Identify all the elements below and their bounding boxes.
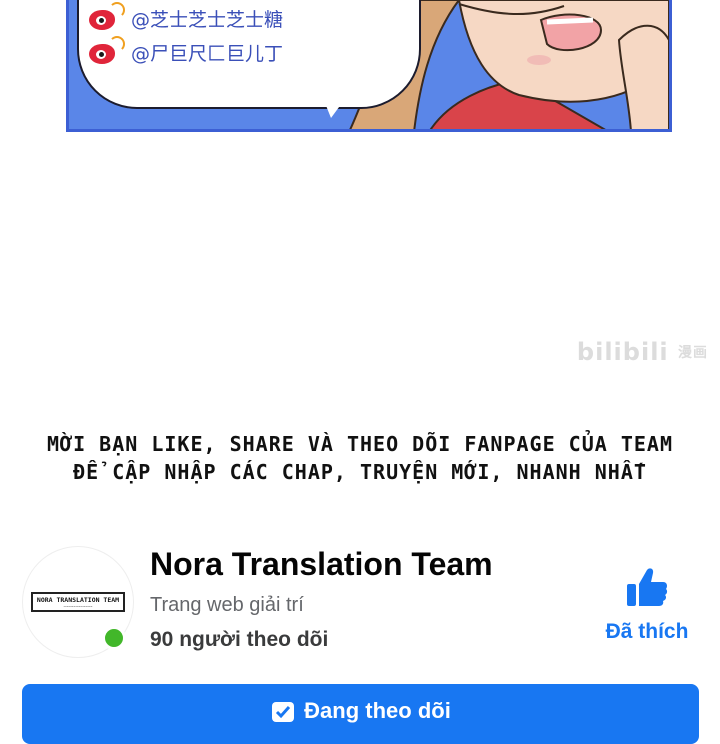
social-handle: @芝士芝士芝士糖	[131, 8, 284, 31]
team-logo-text: NORA TRANSLATION TEAM	[36, 596, 120, 604]
comic-image: @芝士芝士芝士糖 @尸巨尺匚巨儿丁 bilibili 漫画	[0, 0, 720, 380]
cta-line-2: để cập nhập các chap, truyện mới, nhanh …	[73, 460, 647, 484]
comic-panel: @芝士芝士芝士糖 @尸巨尺匚巨儿丁	[66, 0, 672, 132]
online-status-dot	[102, 626, 126, 650]
bilibili-watermark: bilibili 漫画	[577, 338, 708, 366]
page-name[interactable]: Nora Translation Team	[150, 546, 493, 583]
watermark-side-text: 漫画	[678, 344, 708, 361]
page-category: Trang web giải trí	[150, 594, 304, 616]
following-button[interactable]: Đang theo dõi	[22, 684, 699, 744]
social-handle-row: @尸巨尺匚巨儿丁	[87, 36, 284, 66]
social-handle-row: @芝士芝士芝士糖	[87, 2, 284, 32]
watermark-text: bilibili	[576, 338, 669, 366]
social-handle: @尸巨尺匚巨儿丁	[131, 42, 284, 65]
weibo-icon	[87, 36, 125, 66]
cta-line-1: Mời bạn like, share và theo dõi fanpage …	[47, 432, 673, 456]
following-label: Đang theo dõi	[304, 698, 451, 723]
following-check-icon	[272, 702, 295, 722]
facebook-page-card: NORA TRANSLATION TEAM ~~~~~~~~~~~~ Nora …	[0, 540, 720, 744]
follow-request-text: Mời bạn like, share và theo dõi fanpage …	[0, 430, 720, 486]
team-logo: NORA TRANSLATION TEAM ~~~~~~~~~~~~	[31, 592, 125, 612]
thumbs-up-icon	[627, 568, 668, 606]
speech-bubble-tail	[319, 88, 353, 118]
liked-label: Đã thích	[605, 620, 689, 643]
weibo-icon	[87, 2, 125, 32]
follower-count: 90 người theo dõi	[150, 628, 329, 651]
liked-button[interactable]: Đã thích	[592, 566, 702, 644]
